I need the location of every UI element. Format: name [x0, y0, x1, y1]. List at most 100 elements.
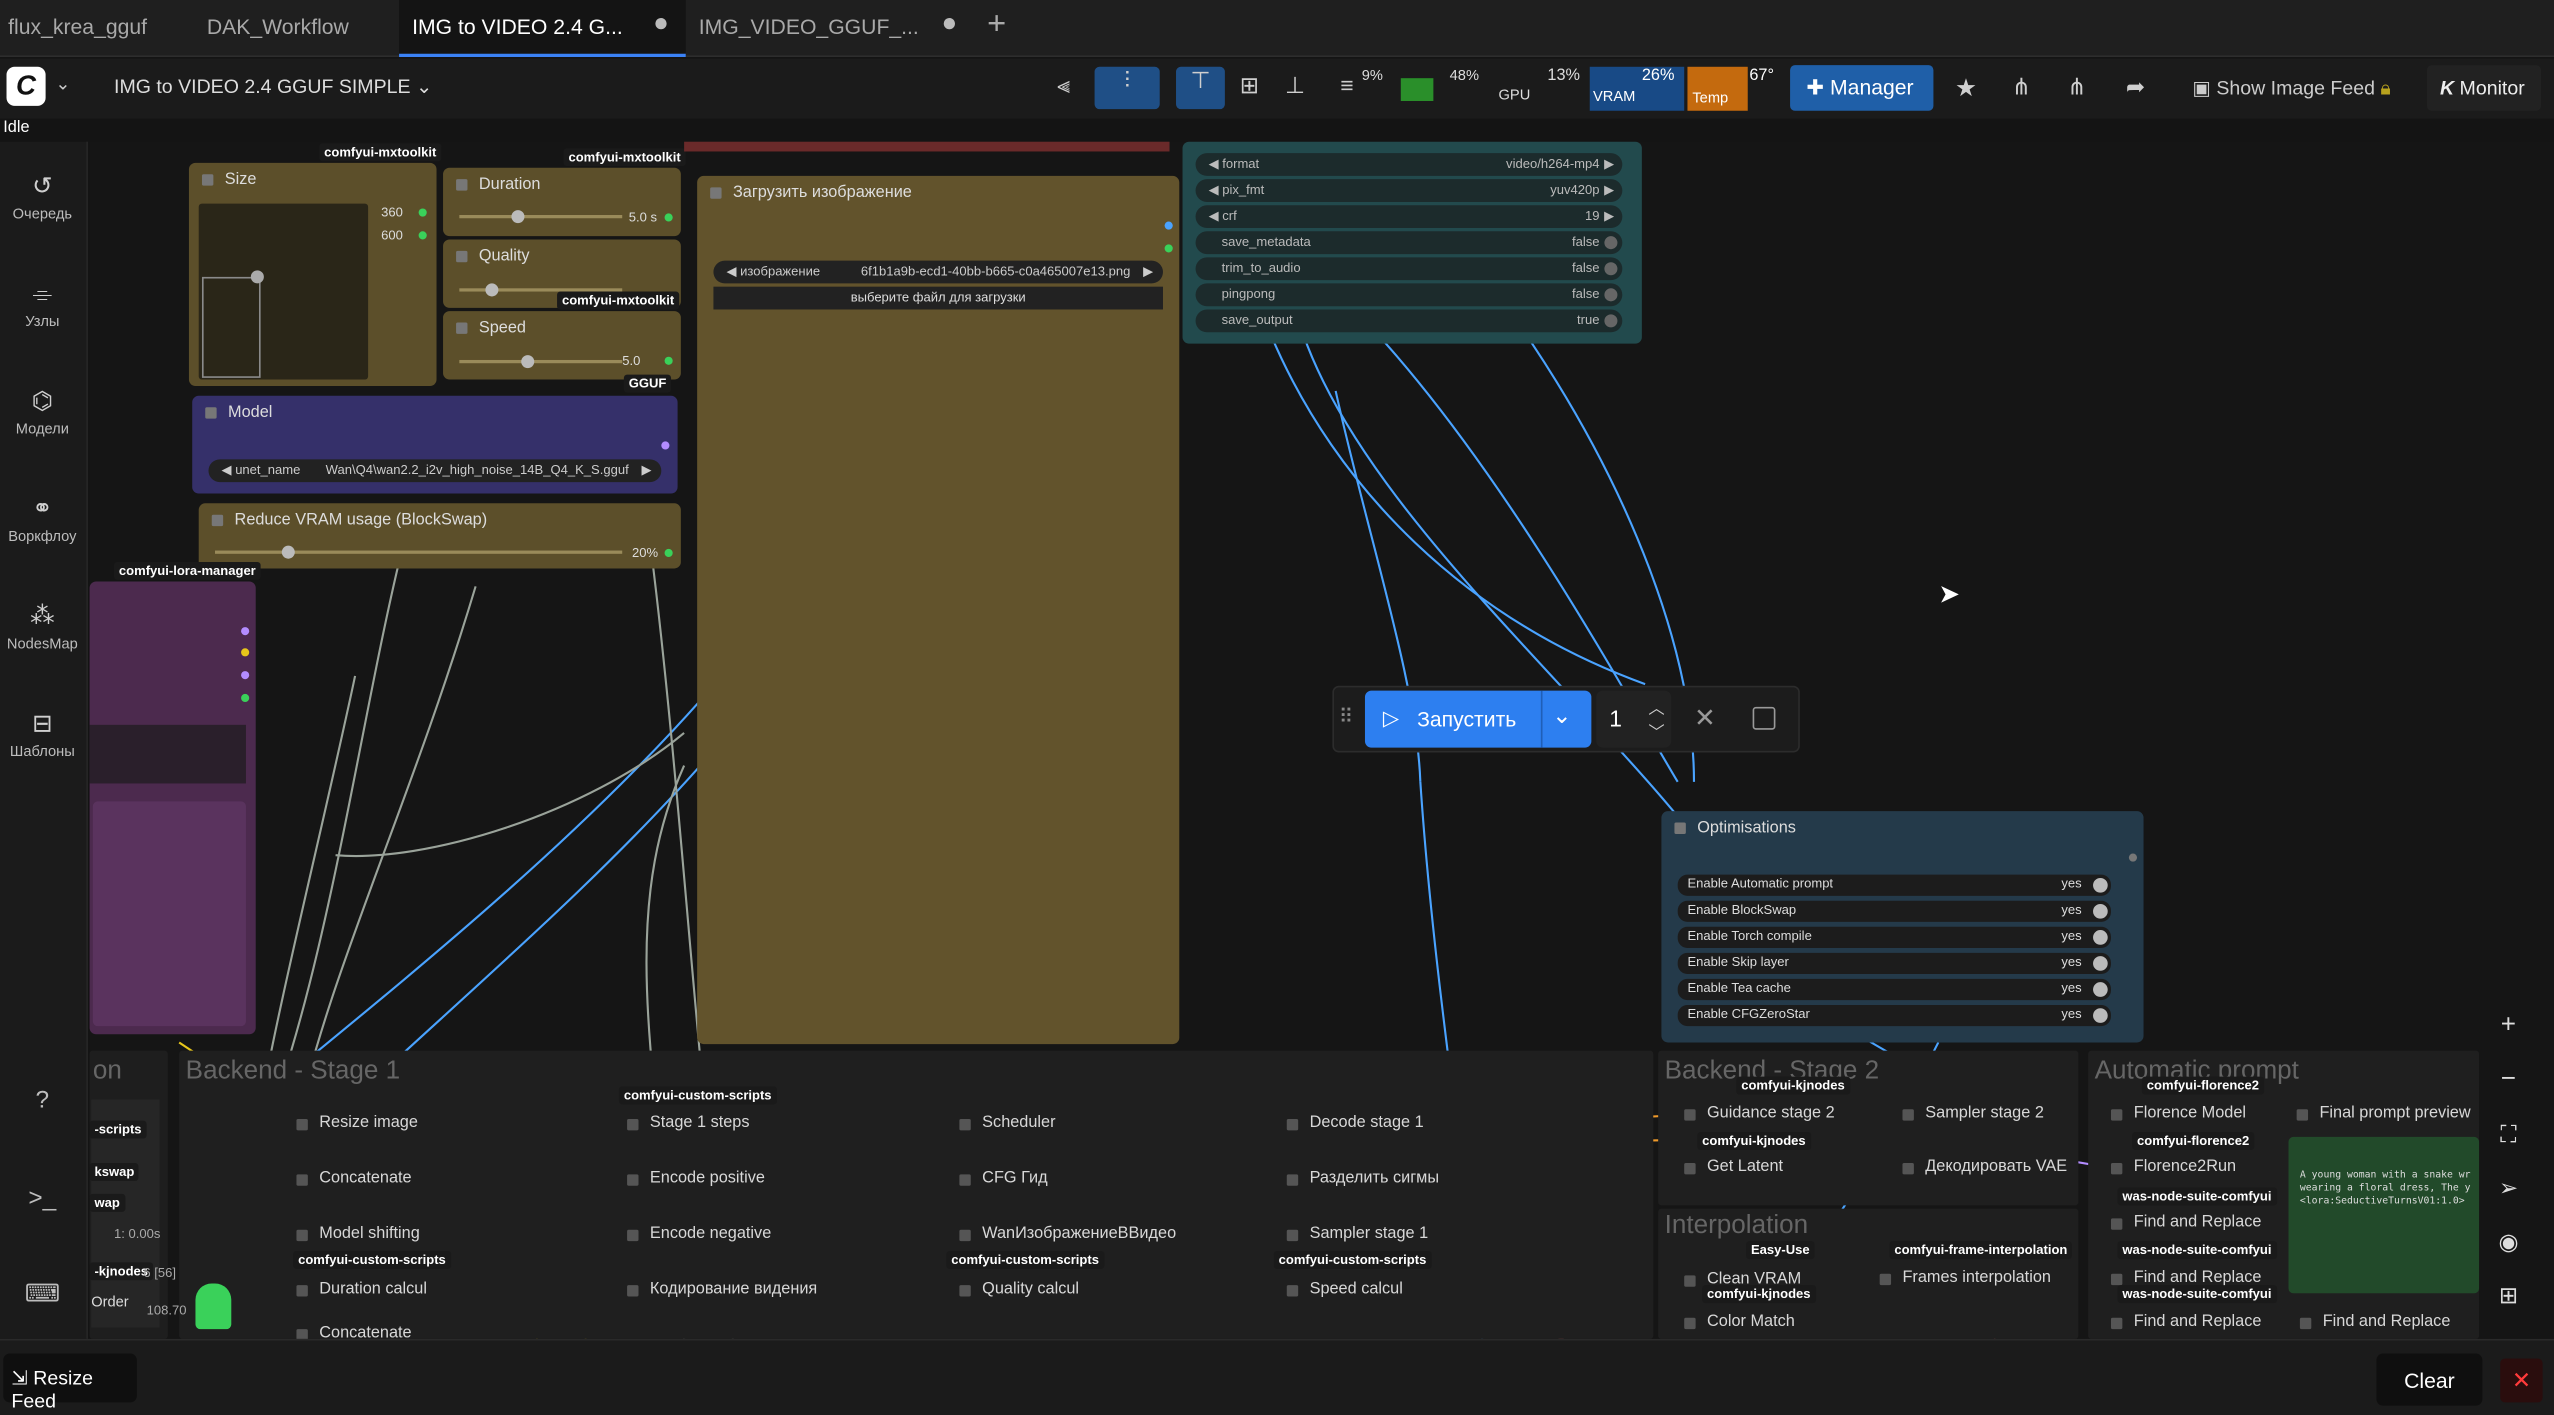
image-file-widget[interactable]: ◀ изображение 6f1b1a9b-ecd1-40bb-b665-c0a… [713, 260, 1163, 284]
quality-slider-handle[interactable] [485, 283, 499, 297]
graph-node[interactable]: Guidance stage 2 [1678, 1103, 1835, 1129]
output-slot[interactable] [241, 693, 250, 703]
output-slot[interactable] [1164, 221, 1173, 230]
unet-name-widget[interactable]: ◀ unet_name Wan\Q4\wan2.2_i2v_high_noise_… [208, 459, 662, 483]
cancel-icon[interactable]: ✕ [1694, 702, 1716, 735]
decrement-icon[interactable]: ﹀ [1648, 718, 1664, 743]
blockswap-slider[interactable] [215, 550, 623, 554]
node-pack-tag: comfyui-custom-scripts [946, 1250, 1104, 1269]
option-label: Enable Tea cache [1687, 980, 1791, 996]
speed-slider[interactable] [459, 359, 623, 364]
select-mode-icon[interactable]: ➢ [2487, 1166, 2529, 1208]
speed-node[interactable]: Speed 5.0 [443, 311, 681, 380]
close-feed-icon[interactable]: ✕ [2500, 1358, 2543, 1403]
graph-node[interactable]: Resize image [290, 1112, 418, 1138]
video-widget-4[interactable]: trim_to_audio false [1195, 257, 1623, 281]
graph-node[interactable]: Разделить сигмы [1280, 1168, 1439, 1194]
graph-node[interactable]: Concatenate [290, 1168, 412, 1194]
blockswap-slider-handle[interactable] [281, 545, 295, 559]
drag-handle-icon[interactable]: ⠿ [1339, 705, 1353, 728]
graph-node[interactable]: Find and Replace [2293, 1311, 2450, 1337]
resize-feed-button[interactable]: ⇲ Resize Feed [3, 1353, 137, 1412]
video-widget-1[interactable]: ◀ ▶ pix_fmt yuv420p [1195, 179, 1623, 202]
blockswap-node[interactable]: Reduce VRAM usage (BlockSwap) 20% [198, 503, 681, 569]
increment-icon[interactable]: ︿ [1648, 694, 1664, 718]
video-widget-6[interactable]: save_output true [1195, 309, 1623, 333]
zoom-out-icon[interactable]: − [2487, 1059, 2529, 1101]
graph-node[interactable]: Кодирование видения [621, 1279, 817, 1305]
graph-node[interactable]: Final prompt preview [2290, 1103, 2471, 1129]
output-slot[interactable] [664, 213, 673, 222]
video-widget-2[interactable]: ◀ ▶ crf 19 [1195, 205, 1623, 229]
duration-slider[interactable] [459, 215, 623, 219]
graph-node[interactable]: Get Latent [1678, 1156, 1783, 1182]
optimisations-node[interactable]: Optimisations Enable Automatic prompt yes… [1661, 811, 2144, 1043]
output-slot[interactable] [241, 627, 250, 636]
lora-panel[interactable] [92, 801, 246, 1027]
play-icon: ▷ [1382, 705, 1400, 730]
output-slot[interactable] [418, 231, 427, 240]
video-widget-0[interactable]: ◀ ▶ format video/h264-mp4 [1195, 153, 1623, 176]
chevron-down-icon[interactable]: ⌄ [1552, 702, 1571, 730]
option-toggle-3[interactable]: Enable Skip layer yes [1677, 952, 2111, 975]
node-pack-tag: comfyui-custom-scripts [293, 1250, 451, 1269]
output-slot[interactable] [661, 441, 670, 450]
graph-node[interactable]: Scheduler [953, 1112, 1056, 1138]
output-slot[interactable] [1164, 244, 1173, 253]
graph-node[interactable]: Encode negative [621, 1223, 771, 1249]
lora-list[interactable] [89, 724, 246, 784]
graph-node[interactable]: Sampler stage 2 [1896, 1103, 2044, 1129]
option-toggle-1[interactable]: Enable BlockSwap yes [1677, 900, 2111, 922]
stop-icon[interactable] [1752, 706, 1776, 730]
video-widget-3[interactable]: save_metadata false [1195, 231, 1623, 255]
graph-node[interactable]: Find and Replace [2104, 1311, 2261, 1337]
graph-node[interactable]: Quality calcul [953, 1279, 1079, 1305]
output-slot[interactable] [418, 208, 427, 217]
graph-node[interactable]: Stage 1 steps [621, 1112, 750, 1138]
speed-slider-handle[interactable] [521, 355, 535, 369]
fit-view-icon[interactable]: ⛶ [2487, 1112, 2529, 1154]
graph-node[interactable]: CFG Гид [953, 1168, 1048, 1194]
widget-value: 19 [1585, 208, 1600, 224]
graph-node[interactable]: Encode positive [621, 1168, 765, 1194]
model-node[interactable]: Model ◀ unet_name Wan\Q4\wan2.2_i2v_high_… [192, 395, 678, 494]
output-slot[interactable] [241, 648, 250, 657]
visibility-icon[interactable]: ◉ [2487, 1220, 2529, 1262]
upload-button[interactable]: выберите файл для загрузки [713, 286, 1163, 310]
option-toggle-2[interactable]: Enable Torch compile yes [1677, 926, 2111, 948]
graph-node[interactable]: Florence Model [2104, 1103, 2246, 1129]
output-slot[interactable] [241, 671, 250, 680]
graph-node[interactable]: Find and Replace [2104, 1212, 2261, 1238]
fragment-label: Order [91, 1293, 129, 1310]
graph-node[interactable]: Frames interpolation [1873, 1267, 2051, 1293]
size-node[interactable]: Size 360 600 [188, 162, 437, 387]
run-button[interactable]: ▷ Запустить ⌄ [1364, 690, 1592, 748]
graph-node[interactable]: WanИзображениеВВидео [953, 1223, 1176, 1249]
option-toggle-4[interactable]: Enable Tea cache yes [1677, 978, 2111, 1001]
graph-node[interactable]: Duration calcul [290, 1279, 427, 1305]
clear-button[interactable]: Clear [2376, 1353, 2483, 1406]
graph-node[interactable]: Декодировать VAE [1896, 1156, 2067, 1182]
option-toggle-5[interactable]: Enable CFGZeroStar yes [1677, 1004, 2111, 1027]
option-value: yes [2061, 980, 2082, 996]
graph-node[interactable]: Color Match [1678, 1311, 1795, 1337]
minimap-icon[interactable]: ⊞ [2487, 1274, 2529, 1316]
option-toggle-0[interactable]: Enable Automatic prompt yes [1677, 874, 2111, 896]
graph-node[interactable]: Sampler stage 1 [1280, 1223, 1428, 1249]
zoom-in-icon[interactable]: + [2487, 1005, 2529, 1047]
graph-node[interactable]: Model shifting [290, 1223, 420, 1249]
video-combine-node[interactable]: ◀ ▶ format video/h264-mp4 ◀ ▶ pix_fmt yuv420p… [1182, 141, 1642, 344]
duration-node[interactable]: Duration 5.0 s [443, 167, 681, 237]
graph-node[interactable]: Florence2Run [2104, 1156, 2236, 1182]
video-widget-5[interactable]: pingpong false [1195, 283, 1623, 307]
graph-node[interactable]: Speed calcul [1280, 1279, 1403, 1305]
output-slot[interactable] [2128, 853, 2138, 862]
batch-count-input[interactable]: 1 ︿ ﹀ [1596, 690, 1672, 748]
size-handle[interactable] [250, 270, 264, 284]
lora-manager-node[interactable] [89, 581, 256, 1035]
output-slot[interactable] [664, 548, 673, 558]
graph-node[interactable]: Decode stage 1 [1280, 1112, 1424, 1138]
duration-slider-handle[interactable] [511, 210, 525, 224]
output-slot[interactable] [664, 356, 673, 365]
load-image-node[interactable]: Загрузить изображение ◀ изображение 6f1b1… [697, 175, 1180, 1045]
